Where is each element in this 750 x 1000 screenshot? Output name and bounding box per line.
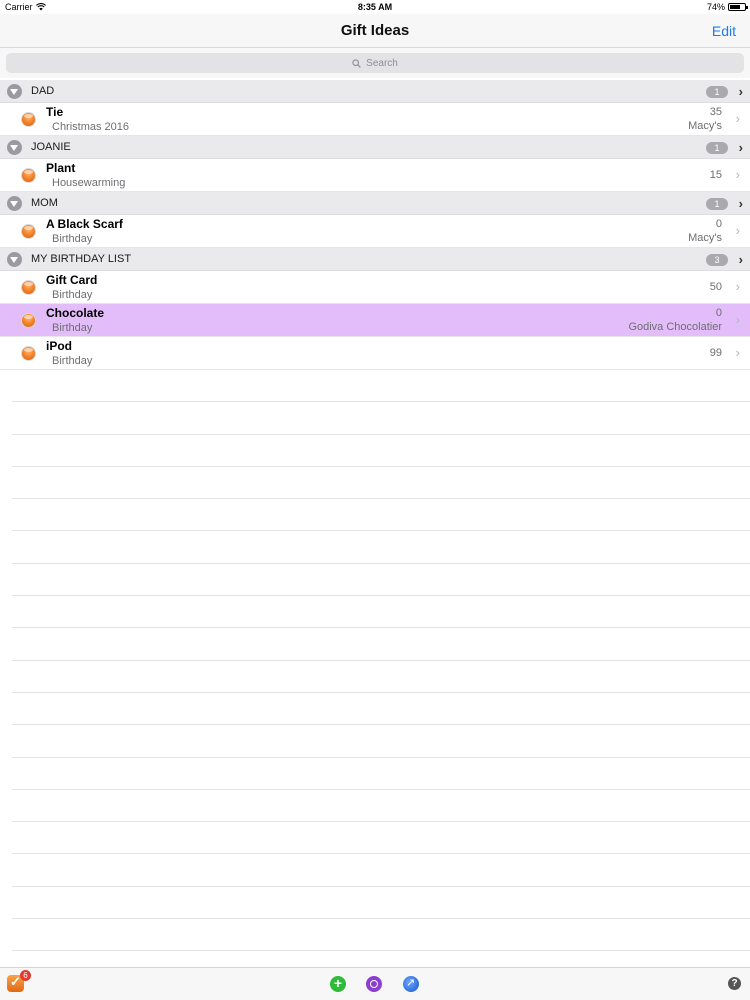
section-header-joanie[interactable]: JOANIE 1 ›	[0, 136, 750, 159]
status-dot-icon[interactable]	[21, 168, 36, 183]
empty-row	[12, 725, 750, 758]
add-icon[interactable]: +	[330, 976, 346, 992]
section-name: MOM	[31, 197, 58, 209]
empty-row	[12, 919, 750, 952]
section-header-dad[interactable]: DAD 1 ›	[0, 80, 750, 103]
list-item[interactable]: Gift Card Birthday 50 ›	[0, 271, 750, 304]
list-item[interactable]: Plant Housewarming 15 ›	[0, 159, 750, 192]
battery-percent: 74%	[706, 2, 725, 12]
item-occasion: Birthday	[52, 289, 93, 301]
status-dot-icon[interactable]	[21, 224, 36, 239]
empty-row	[12, 758, 750, 790]
section-count-badge: 3	[706, 254, 728, 266]
item-name: Plant	[46, 161, 76, 175]
empty-row	[12, 531, 750, 564]
chevron-right-icon[interactable]: ›	[739, 252, 743, 267]
section-name: DAD	[31, 85, 55, 97]
search-icon	[352, 58, 361, 68]
item-occasion: Housewarming	[52, 177, 126, 189]
page-title: Gift Ideas	[340, 22, 410, 39]
empty-row	[12, 499, 750, 532]
target-icon[interactable]	[366, 976, 382, 992]
search-placeholder: Search	[366, 57, 398, 69]
item-price: 0	[715, 307, 722, 319]
chevron-right-icon[interactable]: ›	[739, 196, 743, 211]
search-area: Search	[0, 48, 750, 78]
status-dot-icon[interactable]	[21, 346, 36, 361]
item-price: 0	[715, 218, 722, 230]
chevron-right-icon: ›	[735, 312, 740, 327]
search-input[interactable]: Search	[6, 53, 744, 73]
item-occasion: Birthday	[52, 322, 93, 334]
item-price: 15	[709, 169, 722, 181]
collapse-icon[interactable]	[7, 140, 22, 155]
item-store: Macy's	[688, 120, 722, 132]
item-name: iPod	[46, 339, 72, 353]
empty-row	[12, 564, 750, 597]
status-dot-icon[interactable]	[21, 313, 36, 328]
sync-icon[interactable]	[403, 976, 419, 992]
chevron-right-icon: ›	[735, 167, 740, 182]
empty-row	[12, 370, 750, 403]
item-name: A Black Scarf	[46, 217, 123, 231]
empty-row	[12, 596, 750, 629]
section-name: JOANIE	[31, 141, 71, 153]
bottom-toolbar: 6 + ?	[0, 967, 750, 1000]
section-count-badge: 1	[706, 86, 728, 98]
item-price: 35	[709, 106, 722, 118]
empty-row	[12, 854, 750, 887]
item-price: 50	[709, 281, 722, 293]
list-item-selected[interactable]: Chocolate Birthday 0 Godiva Chocolatier …	[0, 304, 750, 337]
item-price: 99	[709, 347, 722, 359]
collapse-icon[interactable]	[7, 196, 22, 211]
collapse-icon[interactable]	[7, 252, 22, 267]
empty-row	[12, 790, 750, 823]
list-item[interactable]: iPod Birthday 99 ›	[0, 337, 750, 370]
empty-row	[12, 435, 750, 467]
item-name: Tie	[46, 105, 64, 119]
chevron-right-icon[interactable]: ›	[739, 140, 743, 155]
chevron-right-icon: ›	[735, 345, 740, 360]
status-bar: Carrier 8:35 AM 74%	[0, 0, 750, 14]
edit-button[interactable]: Edit	[712, 23, 736, 39]
help-icon[interactable]: ?	[728, 977, 741, 990]
notification-badge: 6	[20, 970, 31, 981]
collapse-icon[interactable]	[7, 84, 22, 99]
status-dot-icon[interactable]	[21, 112, 36, 127]
item-occasion: Birthday	[52, 233, 93, 245]
section-header-mom[interactable]: MOM 1 ›	[0, 192, 750, 215]
item-name: Chocolate	[46, 306, 105, 320]
section-header-my-birthday-list[interactable]: MY BIRTHDAY LIST 3 ›	[0, 248, 750, 271]
empty-row	[12, 628, 750, 661]
chevron-right-icon: ›	[735, 279, 740, 294]
section-count-badge: 1	[706, 198, 728, 210]
empty-row	[12, 661, 750, 693]
item-occasion: Birthday	[52, 355, 93, 367]
list-item[interactable]: A Black Scarf Birthday 0 Macy's ›	[0, 215, 750, 248]
list-item[interactable]: Tie Christmas 2016 35 Macy's ›	[0, 103, 750, 136]
section-name: MY BIRTHDAY LIST	[31, 253, 132, 265]
status-dot-icon[interactable]	[21, 280, 36, 295]
gift-list: DAD 1 › Tie Christmas 2016 35 Macy's › J…	[0, 80, 750, 952]
battery-area: 74%	[706, 2, 748, 12]
chevron-right-icon: ›	[735, 223, 740, 238]
section-count-badge: 1	[706, 142, 728, 154]
empty-row	[12, 467, 750, 500]
item-name: Gift Card	[46, 273, 98, 287]
empty-row	[12, 693, 750, 726]
item-occasion: Christmas 2016	[52, 121, 130, 133]
empty-row	[12, 822, 750, 855]
empty-rows	[0, 370, 750, 952]
navigation-bar: Gift Ideas Edit	[0, 14, 750, 48]
battery-icon	[728, 3, 748, 11]
chevron-right-icon[interactable]: ›	[739, 84, 743, 99]
item-store: Godiva Chocolatier	[628, 321, 722, 333]
empty-row	[12, 402, 750, 435]
empty-row	[12, 887, 750, 920]
chevron-right-icon: ›	[735, 111, 740, 126]
item-store: Macy's	[688, 232, 722, 244]
status-time: 8:35 AM	[357, 2, 393, 12]
